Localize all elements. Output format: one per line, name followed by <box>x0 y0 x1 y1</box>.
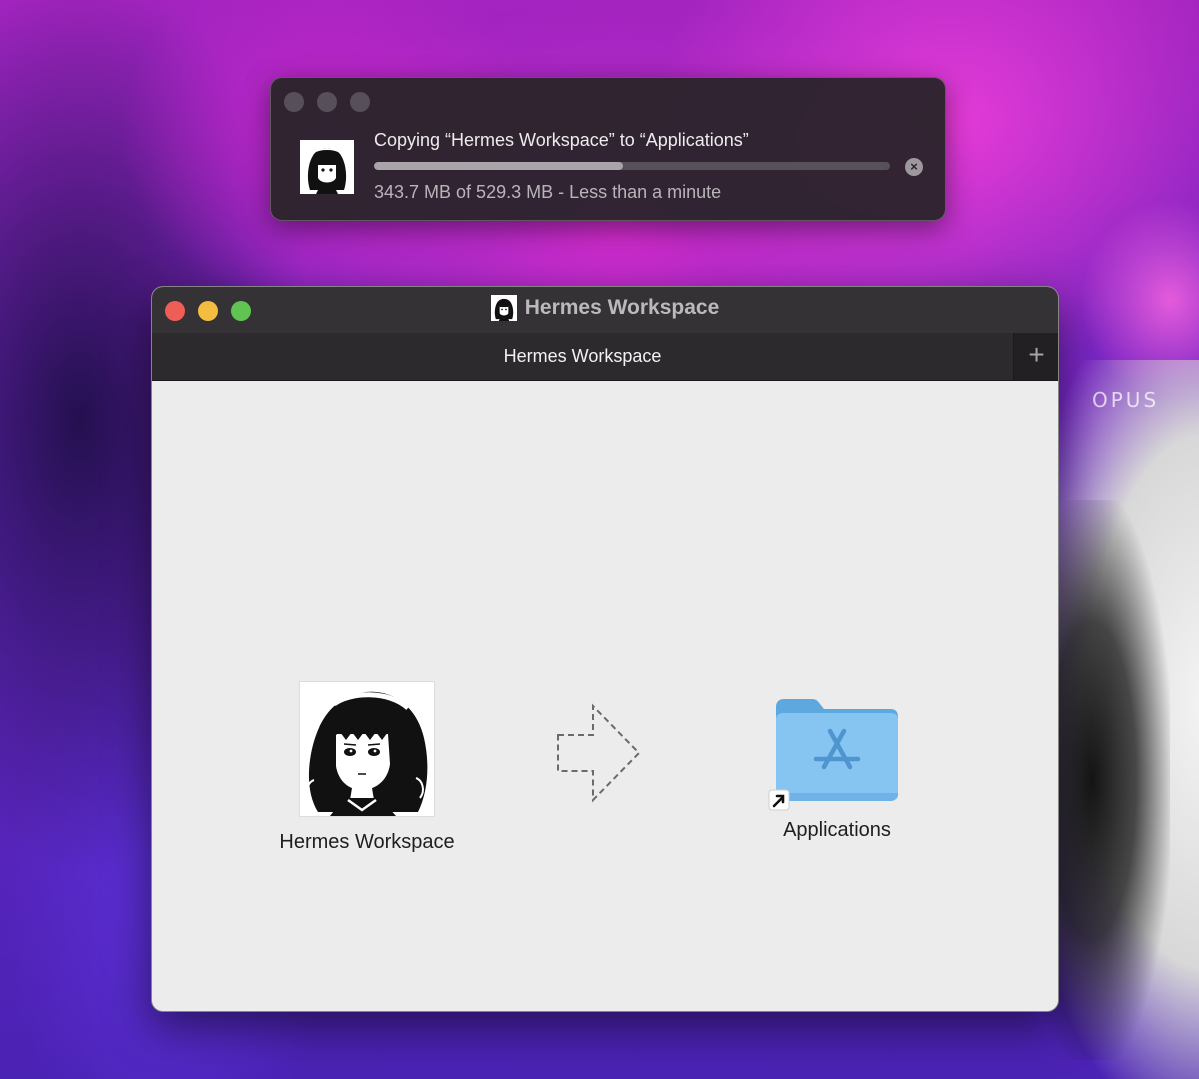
hermes-workspace-app-icon[interactable] <box>299 681 435 817</box>
progress-bar <box>374 162 890 170</box>
wallpaper-watermark: OPUS <box>1092 388 1160 412</box>
copy-status-text: 343.7 MB of 529.3 MB - Less than a minut… <box>374 182 722 202</box>
tab-bar: Hermes Workspace + <box>152 333 1058 381</box>
tab-hermes-workspace[interactable]: Hermes Workspace <box>152 333 1013 380</box>
app-item-label: Hermes Workspace <box>279 831 455 853</box>
alias-arrow-icon <box>768 789 790 811</box>
close-button[interactable] <box>284 92 304 112</box>
disk-image-icon <box>490 295 517 321</box>
copy-title: Copying “Hermes Workspace” to “Applicati… <box>374 130 749 150</box>
folder-item-label: Applications <box>783 819 891 841</box>
copy-progress-window: Copying “Hermes Workspace” to “Applicati… <box>270 77 946 221</box>
x-circle-icon[interactable]: × <box>905 158 923 176</box>
window-title: Hermes Workspace <box>524 296 720 319</box>
dashed-arrow-right-icon <box>555 703 641 803</box>
zoom-button[interactable] <box>350 92 370 112</box>
title-bar[interactable]: Hermes Workspace <box>152 287 1058 333</box>
app-item-hermes-workspace[interactable]: Hermes Workspace <box>262 681 472 854</box>
dmg-finder-window: Hermes Workspace Hermes Workspace + Herm… <box>151 286 1059 1012</box>
wallpaper-dark-area <box>1040 500 1170 1060</box>
applications-folder-icon[interactable] <box>768 697 902 811</box>
applications-folder-item[interactable]: Applications <box>742 697 932 842</box>
window-title-group: Hermes Workspace <box>152 295 1058 321</box>
app-thumbnail-icon <box>300 140 354 194</box>
window-controls-inactive <box>284 92 370 112</box>
dmg-content-area: Hermes Workspace Applications <box>152 381 1058 1011</box>
plus-icon[interactable]: + <box>1013 333 1058 380</box>
progress-bar-fill <box>374 162 624 170</box>
minimize-button[interactable] <box>317 92 337 112</box>
